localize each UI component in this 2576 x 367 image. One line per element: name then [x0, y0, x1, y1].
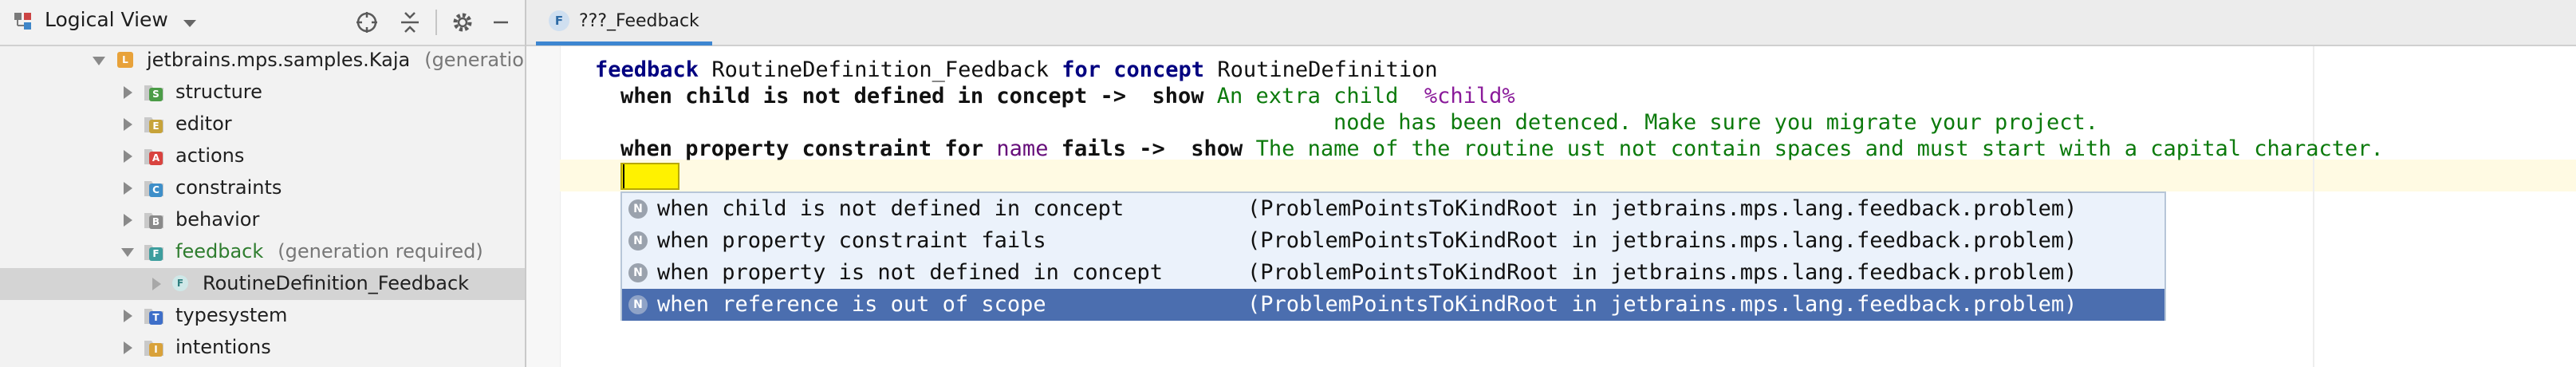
node-icon: N [628, 295, 648, 314]
toolbar-divider [435, 10, 437, 35]
collapsed-arrow-icon[interactable] [147, 274, 166, 294]
completion-popup[interactable]: N when child is not defined in concept (… [620, 191, 2166, 321]
concept-reference[interactable]: RoutineDefinition [1217, 57, 1437, 82]
folder-icon: S [144, 81, 164, 102]
node-icon: N [628, 199, 648, 219]
message-text[interactable]: node has been detenced. Make sure you mi… [1333, 110, 2098, 135]
completion-item-label: when property is not defined in concept [657, 260, 1163, 285]
collapsed-arrow-icon[interactable] [118, 115, 137, 134]
code-line-header: feedback RoutineDefinition_Feedback for … [595, 57, 1438, 82]
collapsed-arrow-icon[interactable] [118, 179, 137, 198]
project-panel-header: Logical View [0, 0, 525, 46]
completion-item-source: (ProblemPointsToKindRoot in jetbrains.mp… [1247, 260, 2078, 285]
node-icon: N [628, 231, 648, 251]
expanded-arrow-icon[interactable] [118, 243, 137, 262]
folder-icon: B [144, 209, 164, 230]
feedback-file-icon: F [549, 10, 569, 31]
minimize-icon[interactable] [485, 6, 517, 38]
logical-view-icon [13, 11, 33, 32]
message-text[interactable]: An extra child [1217, 84, 1399, 109]
tree-item-label: typesystem [175, 304, 288, 326]
message-text[interactable]: The name of the routine ust not contain … [1256, 136, 2384, 161]
tab-feedback[interactable]: F ???_Feedback [536, 0, 712, 45]
completion-item[interactable]: N when property is not defined in concep… [622, 257, 2164, 289]
tree-item-label: jetbrains.mps.samples.Kaja [147, 49, 411, 71]
tree-item-hint: (generatio [424, 49, 524, 71]
gear-icon[interactable] [447, 6, 479, 38]
completion-item[interactable]: N when child is not defined in concept (… [622, 193, 2164, 225]
right-margin-guide [2313, 46, 2314, 367]
view-selector[interactable]: Logical View [45, 8, 197, 33]
tree-item-intentions[interactable]: I intentions [0, 332, 525, 364]
expanded-arrow-icon[interactable] [89, 51, 108, 70]
text-caret [623, 164, 624, 188]
tab-label: ???_Feedback [579, 10, 699, 31]
view-title: Logical View [45, 8, 168, 31]
code-area: feedback RoutineDefinition_Feedback for … [526, 46, 2384, 269]
project-panel: Logical View L jetbrains.mps.samples.Kaj… [0, 0, 526, 367]
folder-icon: C [144, 177, 164, 198]
rule-condition-end: fails -> [1061, 136, 1165, 161]
tree-item-constraints[interactable]: C constraints [0, 172, 525, 204]
completion-item[interactable]: N when property constraint fails (Proble… [622, 225, 2164, 257]
completion-item-label: when reference is out of scope [657, 292, 1046, 317]
collapsed-arrow-icon[interactable] [118, 306, 137, 326]
completion-item-label: when child is not defined in concept [657, 196, 1125, 221]
keyword-show: show [1191, 136, 1243, 161]
code-line-rule-1: when child is not defined in concept -> … [620, 84, 1515, 109]
feedback-root-icon: F [171, 273, 191, 294]
tree-item-actions[interactable]: A actions [0, 140, 525, 172]
folder-icon: A [144, 145, 164, 166]
tree-item-label: RoutineDefinition_Feedback [203, 272, 470, 294]
tree-item-label: intentions [175, 336, 271, 358]
rule-condition[interactable]: when property constraint for [620, 136, 983, 161]
folder-icon: T [144, 305, 164, 326]
collapsed-arrow-icon[interactable] [118, 211, 137, 230]
empty-rule-cell[interactable] [620, 163, 679, 190]
node-icon: N [628, 263, 648, 282]
completion-item-selected[interactable]: N when reference is out of scope (Proble… [622, 289, 2164, 321]
property-reference[interactable]: name [996, 136, 1048, 161]
tree-item-typesystem[interactable]: T typesystem [0, 300, 525, 332]
crosshair-icon[interactable] [351, 6, 383, 38]
tree-item-model[interactable]: L jetbrains.mps.samples.Kaja (generatio [0, 45, 525, 77]
tree-item-label: feedback [175, 240, 264, 262]
tree-item-label: actions [175, 144, 245, 167]
keyword-show: show [1152, 84, 1204, 109]
keyword-for: for [1062, 57, 1101, 82]
tree-item-hint: (generation required) [278, 240, 483, 262]
completion-item-source: (ProblemPointsToKindRoot in jetbrains.mp… [1247, 228, 2078, 253]
tree-item-label: structure [175, 81, 262, 103]
code-line-rule-2: when property constraint for name fails … [620, 136, 2384, 161]
folder-icon: I [144, 337, 164, 357]
collapse-all-icon[interactable] [394, 6, 426, 38]
completion-item-label: when property constraint fails [657, 228, 1046, 253]
root-name[interactable]: RoutineDefinition_Feedback [711, 57, 1049, 82]
editor-tab-bar: F ???_Feedback [526, 0, 2576, 46]
tree-item-editor[interactable]: E editor [0, 109, 525, 140]
rule-condition[interactable]: when child is not defined in concept -> [620, 84, 1126, 109]
tree-item-structure[interactable]: S structure [0, 77, 525, 109]
keyword-feedback: feedback [595, 57, 699, 82]
collapsed-arrow-icon[interactable] [118, 83, 137, 102]
completion-item-source: (ProblemPointsToKindRoot in jetbrains.mp… [1247, 196, 2078, 221]
tree-item-label: constraints [175, 176, 282, 199]
folder-icon: F [144, 241, 164, 262]
tree-item-feedback[interactable]: F feedback (generation required) [0, 236, 525, 268]
keyword-concept: concept [1113, 57, 1205, 82]
tree-item-label: editor [175, 112, 232, 135]
code-line-rule-1-cont: node has been detenced. Make sure you mi… [1333, 110, 2098, 135]
collapsed-arrow-icon[interactable] [118, 338, 137, 357]
tree-item-label: behavior [175, 208, 260, 231]
tree-item-routine-definition-feedback[interactable]: F RoutineDefinition_Feedback [0, 268, 525, 300]
completion-item-source: (ProblemPointsToKindRoot in jetbrains.mp… [1247, 292, 2078, 317]
folder-icon: E [144, 113, 164, 134]
model-icon: L [115, 49, 136, 70]
collapsed-arrow-icon[interactable] [118, 147, 137, 166]
current-line-highlight [560, 160, 2576, 191]
chevron-down-icon [183, 10, 197, 33]
message-variable[interactable]: %child% [1424, 84, 1515, 109]
tree-item-behavior[interactable]: B behavior [0, 204, 525, 236]
